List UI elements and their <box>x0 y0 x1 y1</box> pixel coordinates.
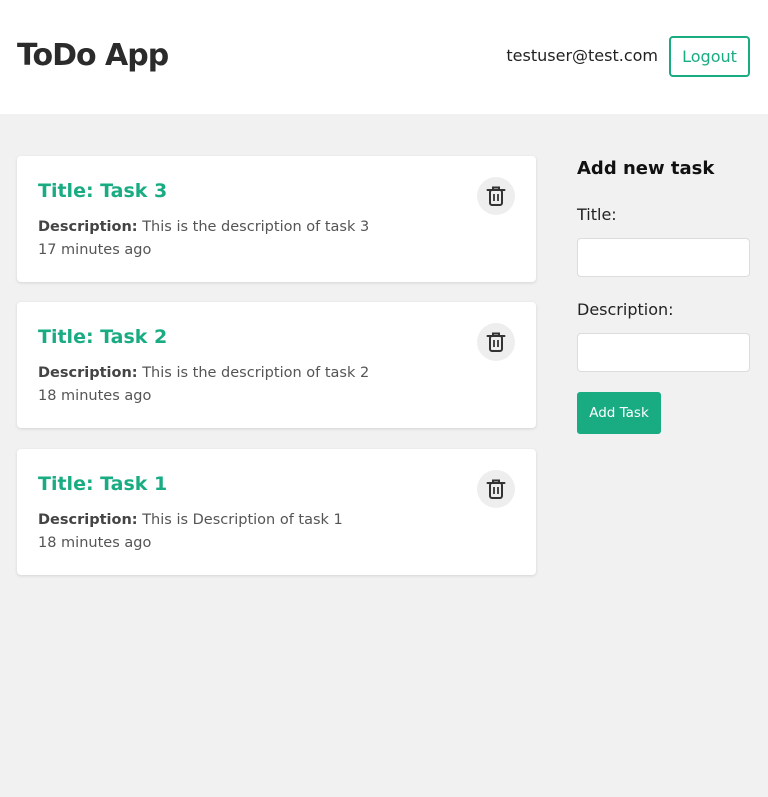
description-text: This is Description of task 1 <box>137 512 343 528</box>
description-label: Description: <box>38 219 138 235</box>
task-title: Title: Task 2 <box>38 326 168 348</box>
task-card: Title: Task 3 Description: This is the d… <box>17 156 536 282</box>
task-card: Title: Task 1 Description: This is Descr… <box>17 449 536 575</box>
delete-task-button[interactable] <box>477 177 515 215</box>
user-email: testuser@test.com <box>506 46 658 65</box>
description-input[interactable] <box>577 333 750 372</box>
trash-icon <box>486 479 506 499</box>
delete-task-button[interactable] <box>477 470 515 508</box>
description-label: Description: <box>38 512 138 528</box>
app-title: ToDo App <box>17 38 169 73</box>
task-title: Title: Task 3 <box>38 180 168 202</box>
add-task-button[interactable]: Add Task <box>577 392 661 434</box>
delete-task-button[interactable] <box>477 323 515 361</box>
task-timestamp: 17 minutes ago <box>38 242 152 258</box>
description-text: This is the description of task 3 <box>137 219 370 235</box>
task-timestamp: 18 minutes ago <box>38 388 152 404</box>
add-task-heading: Add new task <box>577 158 715 179</box>
task-description: Description: This is Description of task… <box>38 510 343 530</box>
logout-button[interactable]: Logout <box>669 36 750 77</box>
title-label: Title: <box>577 205 617 224</box>
header: ToDo App testuser@test.com Logout <box>0 0 768 114</box>
task-description: Description: This is the description of … <box>38 217 369 237</box>
task-timestamp: 18 minutes ago <box>38 535 152 551</box>
description-label: Description: <box>38 365 138 381</box>
trash-icon <box>486 186 506 206</box>
task-card: Title: Task 2 Description: This is the d… <box>17 302 536 428</box>
description-label: Description: <box>577 300 674 319</box>
description-text: This is the description of task 2 <box>137 365 370 381</box>
task-description: Description: This is the description of … <box>38 363 369 383</box>
trash-icon <box>486 332 506 352</box>
task-title: Title: Task 1 <box>38 473 168 495</box>
title-input[interactable] <box>577 238 750 277</box>
